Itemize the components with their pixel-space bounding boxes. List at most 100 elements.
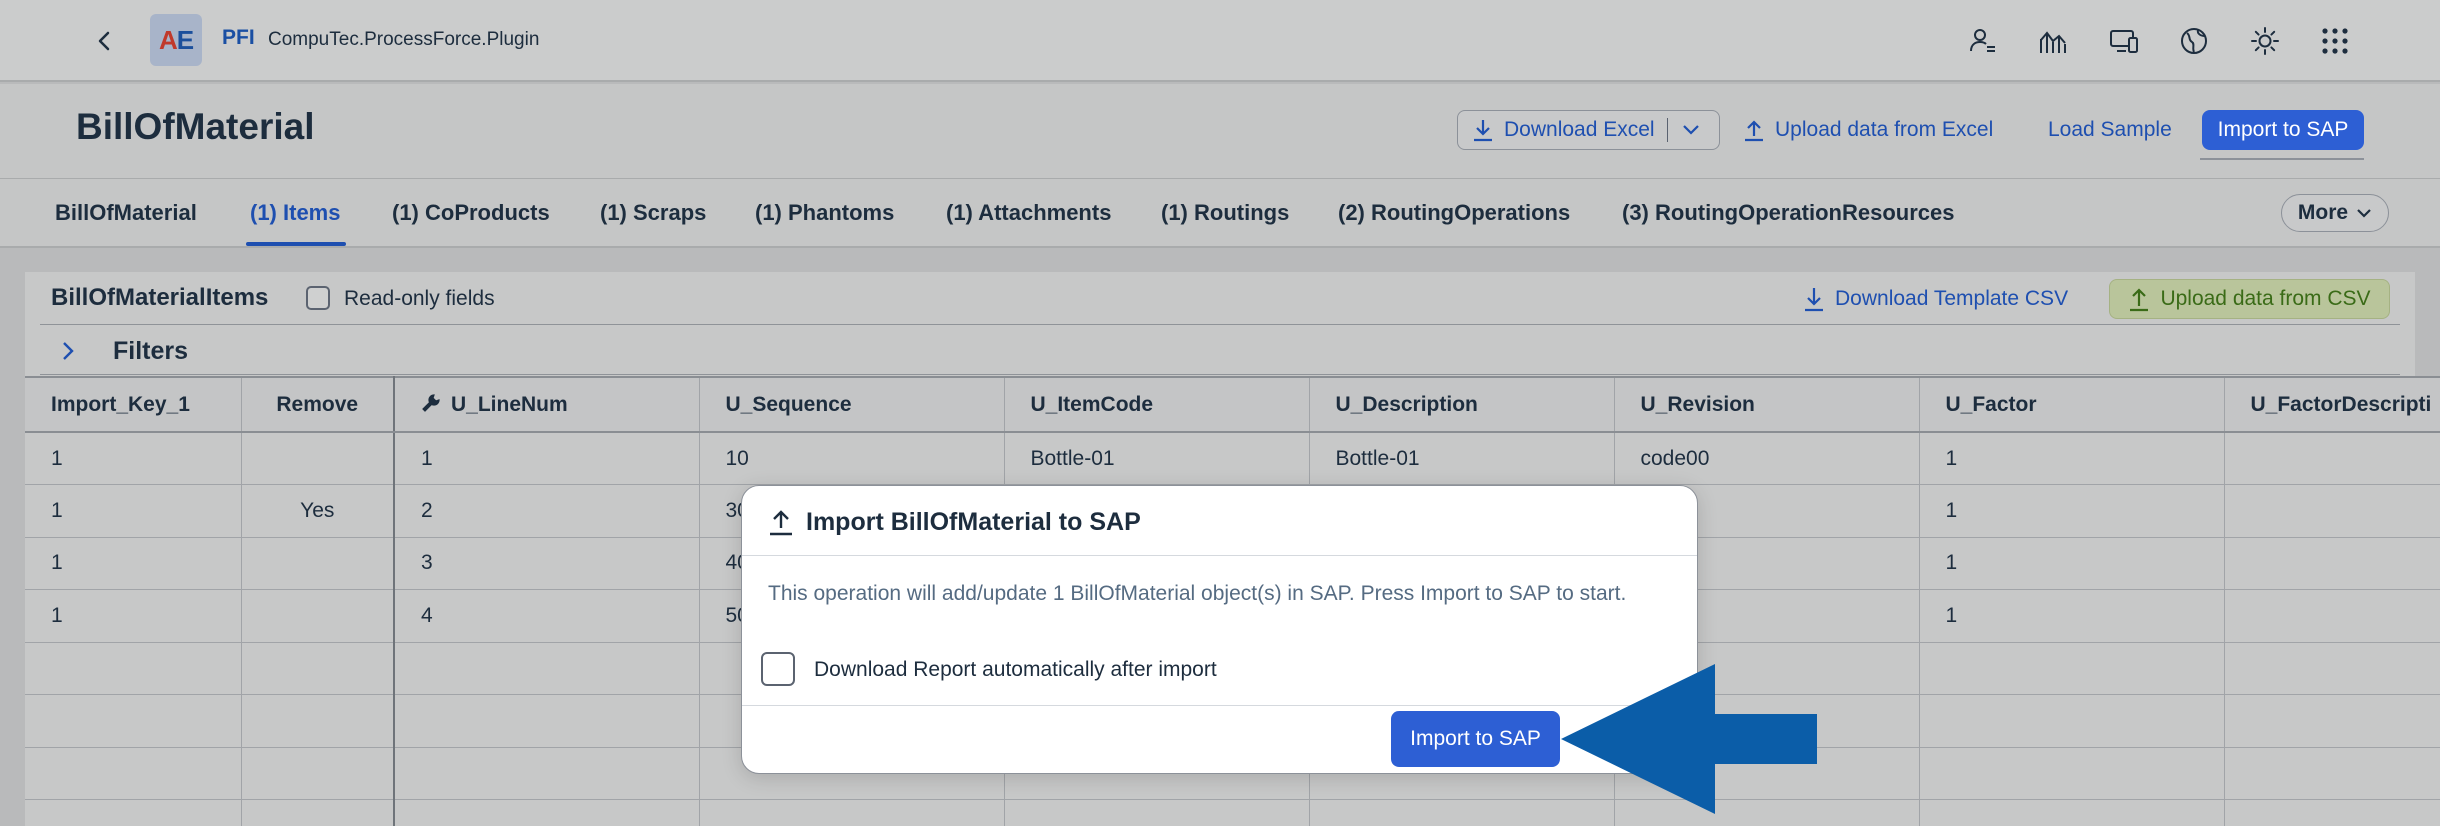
- table-cell[interactable]: [2224, 484, 2440, 538]
- theme-button[interactable]: [2245, 21, 2285, 61]
- table-cell[interactable]: [1919, 747, 2225, 800]
- table-cell[interactable]: [1919, 642, 2225, 695]
- column-header[interactable]: U_Revision: [1614, 376, 1920, 433]
- column-header[interactable]: Import_Key_1: [25, 376, 242, 433]
- table-row[interactable]: 1 1 10 Bottle-01 Bottle-01 code00 1: [25, 432, 2440, 485]
- table-cell[interactable]: [25, 799, 242, 826]
- column-header[interactable]: U_Sequence: [699, 376, 1005, 433]
- language-button[interactable]: [2174, 21, 2214, 61]
- tab-items[interactable]: (1) Items: [250, 200, 340, 226]
- table-cell[interactable]: [394, 694, 700, 748]
- tab-scraps[interactable]: (1) Scraps: [600, 200, 706, 226]
- table-cell[interactable]: [699, 799, 1005, 826]
- import-to-sap-header-button[interactable]: Import to SAP: [2202, 110, 2364, 150]
- table-cell[interactable]: [394, 799, 700, 826]
- dialog-message: This operation will add/update 1 BillOfM…: [768, 582, 1627, 605]
- table-cell[interactable]: 1: [1919, 432, 2225, 485]
- tab-routingoperations[interactable]: (2) RoutingOperations: [1338, 200, 1570, 226]
- table-cell[interactable]: [2224, 537, 2440, 590]
- tab-routingoperationresources[interactable]: (3) RoutingOperationResources: [1622, 200, 1954, 226]
- filters-toggle[interactable]: [62, 336, 86, 366]
- table-cell[interactable]: [241, 694, 395, 748]
- sun-icon: [2251, 27, 2279, 55]
- more-tabs-button[interactable]: More: [2281, 194, 2389, 232]
- table-cell[interactable]: [2224, 642, 2440, 695]
- table-cell[interactable]: [1919, 799, 2225, 826]
- import-dialog: Import BillOfMaterial to SAP This operat…: [741, 485, 1698, 774]
- table-cell[interactable]: [2224, 747, 2440, 800]
- table-cell[interactable]: Yes: [241, 484, 395, 538]
- tab-attachments[interactable]: (1) Attachments: [946, 200, 1111, 226]
- table-cell[interactable]: [1004, 799, 1310, 826]
- column-header[interactable]: U_Factor: [1919, 376, 2225, 433]
- upload-csv-button[interactable]: Upload data from CSV: [2109, 279, 2390, 319]
- table-cell[interactable]: [2224, 432, 2440, 485]
- table-cell[interactable]: 4: [394, 589, 700, 643]
- import-to-sap-button[interactable]: Import to SAP: [1391, 711, 1560, 767]
- table-cell[interactable]: 1: [25, 537, 242, 590]
- download-icon: [1474, 120, 1492, 142]
- filters-label[interactable]: Filters: [113, 337, 188, 366]
- table-cell[interactable]: [241, 747, 395, 800]
- table-cell[interactable]: 1: [1919, 537, 2225, 590]
- table-cell[interactable]: [394, 747, 700, 800]
- logo-letter-e: E: [176, 24, 194, 55]
- table-cell[interactable]: [241, 799, 395, 826]
- dialog-title: Import BillOfMaterial to SAP: [806, 508, 1141, 536]
- table-cell[interactable]: Bottle-01: [1004, 432, 1310, 485]
- app-launcher-button[interactable]: [2315, 21, 2355, 61]
- table-cell[interactable]: [2224, 799, 2440, 826]
- table-cell[interactable]: [25, 747, 242, 800]
- table-cell[interactable]: [2224, 589, 2440, 643]
- download-excel-button[interactable]: Download Excel: [1457, 110, 1720, 150]
- table-row[interactable]: [25, 799, 2440, 826]
- table-cell[interactable]: [241, 642, 395, 695]
- column-header[interactable]: Remove: [241, 376, 395, 433]
- active-tab-indicator: [246, 242, 346, 246]
- page-title: BillOfMaterial: [76, 106, 315, 147]
- column-header[interactable]: U_FactorDescripti: [2224, 376, 2440, 433]
- analytics-button[interactable]: [2033, 21, 2073, 61]
- table-cell[interactable]: 3: [394, 537, 700, 590]
- table-cell[interactable]: 1: [394, 432, 700, 485]
- tab-coproducts[interactable]: (1) CoProducts: [392, 200, 550, 226]
- readonly-checkbox[interactable]: [306, 286, 330, 310]
- column-header[interactable]: U_ItemCode: [1004, 376, 1310, 433]
- table-cell[interactable]: [25, 642, 242, 695]
- user-settings-button[interactable]: [1963, 21, 2003, 61]
- load-sample-button[interactable]: Load Sample: [2048, 110, 2172, 150]
- table-cell[interactable]: [394, 642, 700, 695]
- column-header-key[interactable]: U_LineNum: [394, 376, 700, 433]
- table-cell[interactable]: 10: [699, 432, 1005, 485]
- download-report-checkbox[interactable]: [761, 652, 795, 686]
- table-cell[interactable]: [1919, 694, 2225, 748]
- upload-icon: [1745, 120, 1763, 142]
- table-cell[interactable]: 1: [25, 432, 242, 485]
- table-cell[interactable]: Bottle-01: [1309, 432, 1615, 485]
- table-cell[interactable]: 1: [1919, 484, 2225, 538]
- back-button[interactable]: [88, 22, 120, 60]
- table-cell[interactable]: [241, 537, 395, 590]
- table-cell[interactable]: [2224, 694, 2440, 748]
- download-excel-label: Download Excel: [1504, 118, 1655, 141]
- table-cell[interactable]: 1: [25, 484, 242, 538]
- devices-button[interactable]: [2104, 21, 2144, 61]
- table-cell[interactable]: [25, 694, 242, 748]
- split-separator: [1666, 118, 1668, 142]
- chevron-down-icon[interactable]: [1682, 124, 1700, 136]
- table-cell[interactable]: 2: [394, 484, 700, 538]
- tab-billofmaterial[interactable]: BillOfMaterial: [55, 200, 197, 226]
- table-cell[interactable]: [241, 432, 395, 485]
- tab-routings[interactable]: (1) Routings: [1161, 200, 1289, 226]
- more-label: More: [2297, 201, 2349, 224]
- table-cell[interactable]: [241, 589, 395, 643]
- column-header[interactable]: U_Description: [1309, 376, 1615, 433]
- upload-csv-label: Upload data from CSV: [2160, 287, 2371, 310]
- table-cell[interactable]: 1: [1919, 589, 2225, 643]
- download-template-csv-button[interactable]: Download Template CSV: [1803, 282, 2068, 316]
- chart-icon: [2040, 31, 2066, 53]
- table-cell[interactable]: code00: [1614, 432, 1920, 485]
- tab-phantoms[interactable]: (1) Phantoms: [755, 200, 894, 226]
- upload-excel-button[interactable]: Upload data from Excel: [1743, 110, 1993, 150]
- table-cell[interactable]: 1: [25, 589, 242, 643]
